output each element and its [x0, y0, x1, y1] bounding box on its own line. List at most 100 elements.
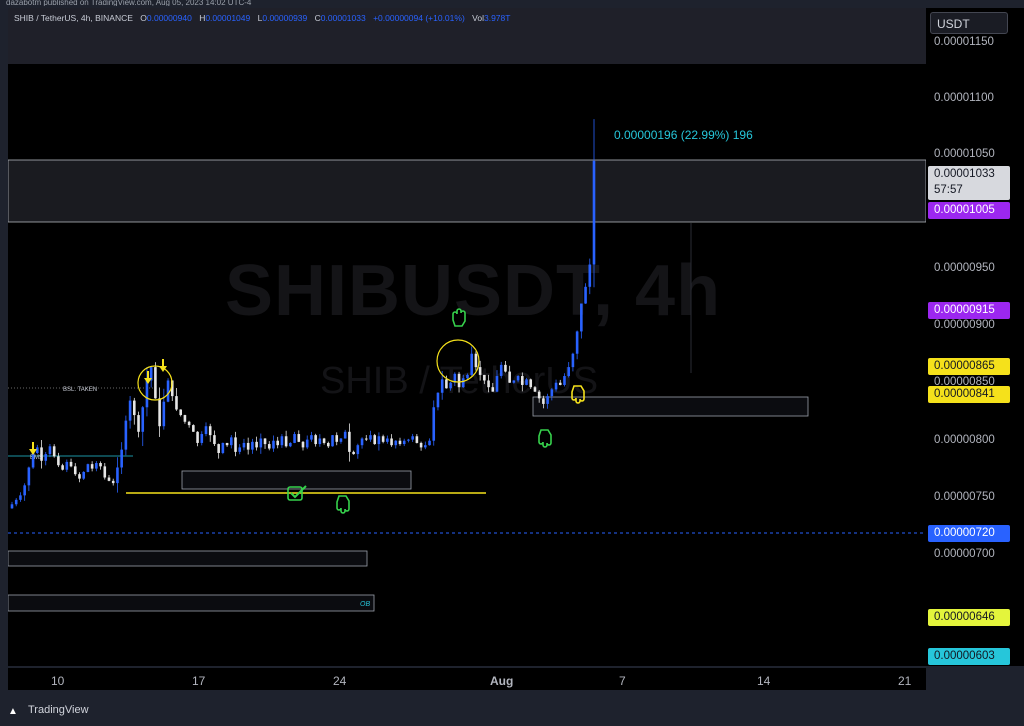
candle-body[interactable] — [369, 435, 372, 440]
candle-body[interactable] — [242, 442, 246, 448]
candle-body[interactable] — [272, 440, 275, 449]
candle-body[interactable] — [525, 379, 528, 385]
candle-body[interactable] — [377, 436, 381, 445]
candle-body[interactable] — [120, 449, 123, 468]
candle-body[interactable] — [183, 415, 187, 422]
candle-body[interactable] — [381, 436, 385, 442]
candle-body[interactable] — [99, 463, 102, 467]
supply-zone-box[interactable] — [8, 159, 926, 223]
candle-body[interactable] — [584, 286, 587, 304]
candle-body[interactable] — [554, 382, 558, 390]
candle-body[interactable] — [436, 392, 440, 408]
candle-body[interactable] — [213, 435, 216, 445]
candle-body[interactable] — [145, 380, 149, 408]
order-block-box-low-2[interactable] — [8, 594, 375, 612]
candle-body[interactable] — [116, 467, 119, 484]
candle-body[interactable] — [310, 435, 313, 440]
candle-body[interactable] — [343, 431, 347, 439]
price-plot[interactable]: OB BSL. TAKEN BMS — [8, 8, 926, 666]
candle-body[interactable] — [175, 396, 178, 410]
candle-body[interactable] — [419, 442, 423, 448]
candle-body[interactable] — [390, 438, 393, 446]
candle-body[interactable] — [14, 499, 18, 505]
order-block-box-low-1[interactable] — [8, 550, 368, 567]
candle-body[interactable] — [289, 442, 292, 447]
candle-body[interactable] — [398, 440, 402, 445]
candle-body[interactable] — [48, 446, 52, 455]
candle-body[interactable] — [230, 437, 233, 446]
candle-body[interactable] — [542, 398, 545, 404]
candle-body[interactable] — [111, 480, 115, 484]
candle-body[interactable] — [133, 400, 136, 416]
candle-body[interactable] — [588, 264, 592, 287]
candle-body[interactable] — [533, 387, 537, 392]
candle-body[interactable] — [592, 160, 596, 265]
candle-body[interactable] — [339, 438, 343, 442]
candle-body[interactable] — [491, 387, 495, 392]
candle-body[interactable] — [31, 452, 35, 468]
candle-body[interactable] — [137, 415, 140, 432]
candle-body[interactable] — [322, 438, 326, 443]
candle-body[interactable] — [225, 442, 229, 446]
candle-body[interactable] — [221, 442, 225, 453]
candle-body[interactable] — [276, 440, 279, 446]
candle-body[interactable] — [124, 420, 128, 450]
candle-body[interactable] — [348, 431, 351, 452]
candle-body[interactable] — [238, 447, 242, 452]
candle-body[interactable] — [352, 451, 355, 455]
candle-body[interactable] — [36, 447, 39, 453]
candle-body[interactable] — [208, 426, 212, 436]
time-axis[interactable] — [8, 668, 926, 690]
candle-body[interactable] — [386, 438, 389, 442]
currency-select-button[interactable]: USDT — [930, 12, 1008, 34]
candle-body[interactable] — [563, 376, 566, 385]
candle-body[interactable] — [217, 444, 220, 453]
candle-body[interactable] — [280, 436, 284, 446]
candle-body[interactable] — [537, 391, 541, 399]
candle-body[interactable] — [57, 456, 60, 466]
candle-body[interactable] — [575, 331, 579, 354]
candle-body[interactable] — [234, 437, 237, 452]
candle-body[interactable] — [267, 444, 271, 449]
candle-body[interactable] — [432, 407, 436, 441]
candle-body[interactable] — [27, 467, 31, 486]
candle-body[interactable] — [293, 434, 296, 443]
candle-body[interactable] — [192, 425, 195, 432]
candle-body[interactable] — [301, 441, 305, 448]
tradingview-brand[interactable]: TradingView — [28, 704, 89, 716]
candle-body[interactable] — [297, 434, 301, 442]
candle-body[interactable] — [483, 374, 486, 381]
candle-body[interactable] — [128, 400, 132, 421]
candle-body[interactable] — [95, 463, 98, 469]
candle-body[interactable] — [449, 382, 452, 389]
candle-body[interactable] — [61, 465, 64, 470]
candle-body[interactable] — [162, 401, 166, 427]
candle-body[interactable] — [263, 438, 267, 445]
candle-body[interactable] — [65, 461, 69, 470]
candle-body[interactable] — [141, 407, 145, 432]
candle-body[interactable] — [179, 409, 182, 416]
candle-body[interactable] — [504, 364, 507, 372]
candle-body[interactable] — [284, 436, 288, 447]
candle-body[interactable] — [305, 439, 309, 448]
candle-body[interactable] — [461, 378, 465, 388]
candle-body[interactable] — [86, 464, 90, 472]
candle-body[interactable] — [204, 426, 208, 435]
candle-body[interactable] — [521, 376, 524, 385]
candle-body[interactable] — [166, 380, 170, 402]
candle-body[interactable] — [356, 445, 360, 455]
candle-body[interactable] — [411, 436, 414, 440]
candle-body[interactable] — [314, 435, 317, 445]
candle-body[interactable] — [331, 435, 334, 447]
candle-body[interactable] — [487, 380, 490, 388]
candle-body[interactable] — [107, 477, 111, 481]
candle-body[interactable] — [255, 441, 258, 448]
candle-body[interactable] — [187, 421, 191, 426]
candle-body[interactable] — [360, 438, 364, 446]
candle-body[interactable] — [407, 439, 410, 441]
candle-body[interactable] — [495, 376, 499, 392]
candle-body[interactable] — [440, 379, 444, 393]
candle-body[interactable] — [445, 379, 448, 389]
candle-body[interactable] — [259, 438, 263, 448]
candle-body[interactable] — [394, 440, 398, 446]
